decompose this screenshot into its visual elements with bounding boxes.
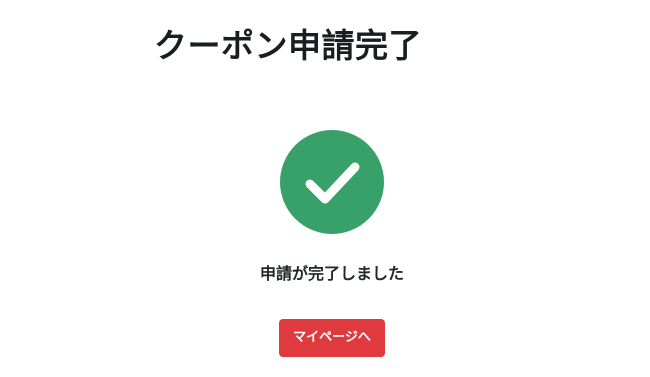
page-title: クーポン申請完了 xyxy=(154,26,422,65)
check-circle-icon xyxy=(280,130,384,234)
mypage-button[interactable]: マイページへ xyxy=(279,319,385,357)
completion-message: 申請が完了しました xyxy=(259,264,404,283)
